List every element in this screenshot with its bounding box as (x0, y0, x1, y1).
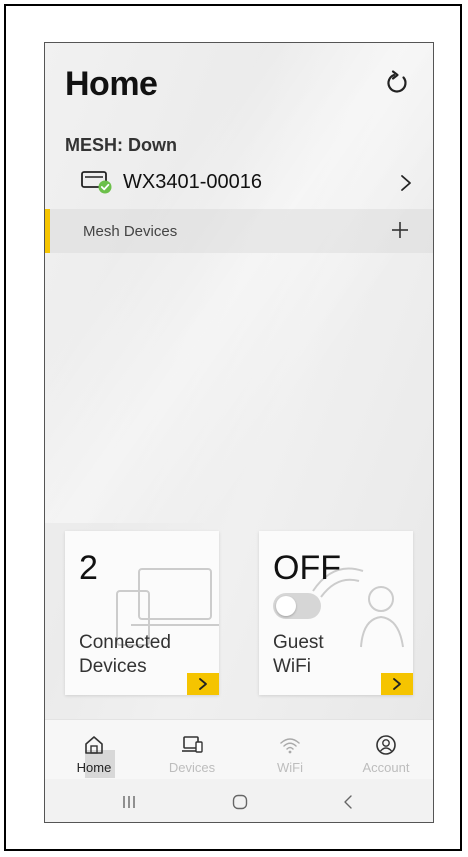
account-icon (376, 735, 396, 755)
tab-home[interactable]: Home (45, 720, 143, 780)
recents-icon[interactable] (117, 791, 141, 813)
mesh-devices-label: Mesh Devices (83, 223, 178, 240)
chevron-right-icon (393, 678, 401, 690)
mesh-status: MESH: Down (65, 135, 177, 155)
add-icon[interactable] (389, 219, 411, 241)
back-icon[interactable] (337, 791, 361, 813)
guest-wifi-arrow-button[interactable] (381, 673, 413, 695)
chevron-right-icon (199, 678, 207, 690)
wifi-icon (280, 738, 300, 754)
connected-label: Connected Devices (79, 632, 171, 677)
tab-wifi[interactable]: WiFi (241, 720, 339, 780)
guest-wifi-card[interactable]: OFF Guest WiFi (259, 531, 413, 695)
tab-wifi-label: WiFi (277, 760, 303, 775)
guest-wifi-toggle[interactable] (273, 593, 321, 619)
home-icon (85, 736, 103, 754)
connected-count: 2 (79, 549, 98, 587)
router-row[interactable]: WX3401-00016 (45, 163, 433, 205)
router-name: WX3401-00016 (123, 171, 262, 193)
tab-devices[interactable]: Devices (143, 720, 241, 780)
guest-wifi-label: Guest WiFi (273, 632, 324, 677)
tab-account-label: Account (362, 760, 410, 775)
system-navigation-bar (45, 779, 433, 822)
chevron-right-icon (399, 173, 413, 193)
tab-account[interactable]: Account (337, 720, 433, 780)
guest-wifi-state: OFF (273, 549, 341, 587)
page-title: Home (65, 65, 158, 103)
tab-devices-label: Devices (168, 760, 216, 775)
toggle-knob (276, 596, 296, 616)
selection-indicator (45, 209, 50, 253)
refresh-icon[interactable] (383, 69, 411, 97)
system-home-icon[interactable] (228, 791, 252, 813)
app-screen: Home MESH: Down WX3401-00016 Mesh Device… (44, 42, 434, 823)
connected-devices-card[interactable]: 2 Connected Devices (65, 531, 219, 695)
mesh-devices-row[interactable]: Mesh Devices (45, 209, 433, 253)
connected-devices-arrow-button[interactable] (187, 673, 219, 695)
bottom-tab-bar: Home Devices WiFi Account (45, 719, 433, 780)
devices-icon (182, 736, 203, 753)
router-status-icon (81, 169, 115, 195)
tab-home-label: Home (76, 760, 112, 775)
